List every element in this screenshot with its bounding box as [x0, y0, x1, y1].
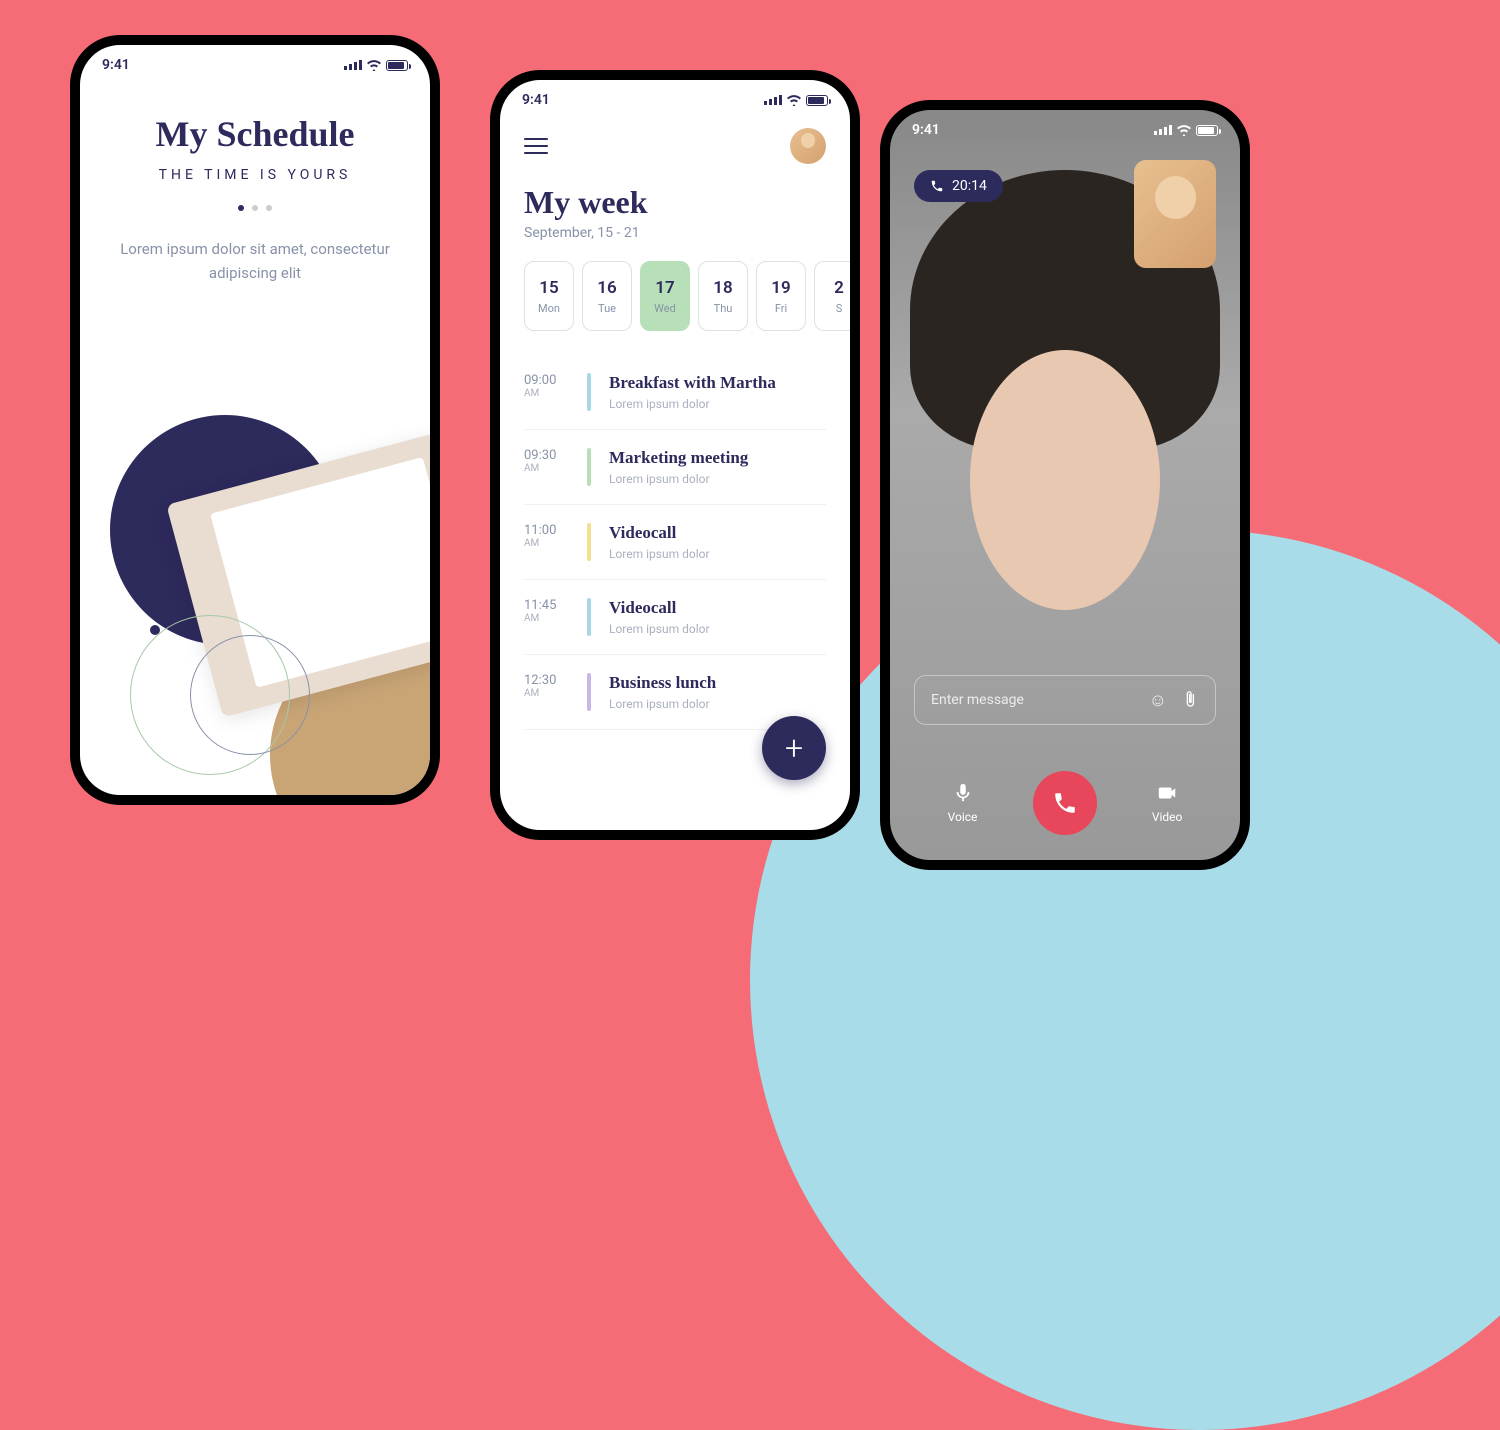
event-item[interactable]: 11:00AM Videocall Lorem ipsum dolor — [524, 505, 826, 580]
status-time: 9:41 — [522, 92, 550, 108]
status-bar: 9:41 — [500, 80, 850, 108]
day-name: Tue — [598, 302, 616, 315]
day-name: Mon — [538, 302, 560, 315]
event-time: 09:00 — [524, 373, 569, 388]
day-tue[interactable]: 16 Tue — [582, 261, 632, 331]
status-time: 9:41 — [102, 57, 130, 73]
day-number: 16 — [597, 278, 616, 298]
day-mon[interactable]: 15 Mon — [524, 261, 574, 331]
event-title: Business lunch — [609, 673, 826, 693]
event-description: Lorem ipsum dolor — [609, 622, 826, 636]
event-description: Lorem ipsum dolor — [609, 697, 826, 711]
day-number: 2 — [834, 278, 844, 298]
day-wed[interactable]: 17 Wed — [640, 261, 690, 331]
week-title: My week — [500, 184, 850, 221]
event-item[interactable]: 09:30AM Marketing meeting Lorem ipsum dolo… — [524, 430, 826, 505]
phone-icon — [1052, 790, 1078, 816]
event-ampm: AM — [524, 463, 569, 474]
day-name: S — [836, 302, 843, 315]
menu-icon[interactable] — [524, 138, 548, 154]
event-color-bar — [587, 598, 591, 636]
event-color-bar — [587, 523, 591, 561]
event-color-bar — [587, 373, 591, 411]
message-placeholder: Enter message — [931, 692, 1024, 708]
status-bar: 9:41 — [80, 45, 430, 73]
event-title: Videocall — [609, 598, 826, 618]
microphone-icon — [952, 782, 974, 804]
hangup-button[interactable] — [1033, 771, 1097, 835]
event-item[interactable]: 11:45AM Videocall Lorem ipsum dolor — [524, 580, 826, 655]
signal-icon — [344, 60, 362, 70]
wifi-icon — [366, 59, 382, 71]
phone-icon — [930, 179, 944, 193]
day-s[interactable]: 2S — [814, 261, 850, 331]
voice-label: Voice — [948, 810, 978, 824]
event-item[interactable]: 09:00AM Breakfast with Martha Lorem ipsum … — [524, 355, 826, 430]
emoji-icon[interactable]: ☺ — [1149, 690, 1167, 711]
call-controls: Voice Video — [890, 771, 1240, 835]
event-time: 11:45 — [524, 598, 569, 613]
video-button[interactable]: Video — [1152, 782, 1183, 824]
signal-icon — [764, 95, 782, 105]
day-name: Fri — [775, 302, 787, 315]
message-input[interactable]: Enter message ☺ — [914, 675, 1216, 725]
event-list: 09:00AMBreakfast with MarthaLorem ipsum … — [500, 331, 850, 754]
call-duration-pill[interactable]: 20:14 — [914, 170, 1003, 202]
phone-onboarding: 9:41 My Schedule THE TIME IS YOURS Lorem… — [70, 35, 440, 805]
day-name: Thu — [714, 302, 733, 315]
status-icons — [764, 94, 828, 106]
camera-icon — [1156, 782, 1178, 804]
event-description: Lorem ipsum dolor — [609, 547, 826, 561]
voice-button[interactable]: Voice — [948, 782, 978, 824]
event-ampm: AM — [524, 538, 569, 549]
event-title: Breakfast with Martha — [609, 373, 826, 393]
day-number: 15 — [539, 278, 558, 298]
event-description: Lorem ipsum dolor — [609, 472, 826, 486]
event-description: Lorem ipsum dolor — [609, 397, 826, 411]
avatar[interactable] — [790, 128, 826, 164]
week-range: September, 15 - 21 — [500, 221, 850, 261]
battery-icon — [386, 60, 408, 71]
onboarding-illustration — [80, 365, 430, 795]
event-ampm: AM — [524, 388, 569, 399]
event-time: 11:00 — [524, 523, 569, 538]
attachment-icon[interactable] — [1181, 690, 1199, 711]
event-ampm: AM — [524, 688, 569, 699]
phone-schedule: 9:41 My week September, 15 - 21 15 Mon 16 T… — [490, 70, 860, 840]
event-ampm: AM — [524, 613, 569, 624]
battery-icon — [806, 95, 828, 106]
onboarding-title: My Schedule — [110, 113, 400, 155]
day-number: 17 — [655, 278, 674, 298]
day-number: 18 — [713, 278, 732, 298]
add-event-button[interactable]: + — [762, 716, 826, 780]
self-video-pip[interactable] — [1134, 160, 1216, 268]
day-fri[interactable]: 19 Fri — [756, 261, 806, 331]
day-selector: 15Mon16Tue17Wed18Thu19Fri2S — [500, 261, 850, 331]
video-label: Video — [1152, 810, 1183, 824]
onboarding-subtitle: THE TIME IS YOURS — [110, 167, 400, 183]
day-number: 19 — [771, 278, 790, 298]
day-name: Wed — [654, 302, 676, 315]
event-color-bar — [587, 448, 591, 486]
page-indicator[interactable] — [110, 205, 400, 211]
event-title: Marketing meeting — [609, 448, 826, 468]
event-time: 09:30 — [524, 448, 569, 463]
event-time: 12:30 — [524, 673, 569, 688]
day-thu[interactable]: 18 Thu — [698, 261, 748, 331]
phone-videocall: 9:41 20:14 Enter message ☺ Voice Video — [880, 100, 1250, 870]
wifi-icon — [786, 94, 802, 106]
status-icons — [344, 59, 408, 71]
event-color-bar — [587, 673, 591, 711]
call-duration: 20:14 — [952, 178, 987, 194]
event-title: Videocall — [609, 523, 826, 543]
onboarding-text: Lorem ipsum dolor sit amet, consectetur … — [110, 237, 400, 285]
